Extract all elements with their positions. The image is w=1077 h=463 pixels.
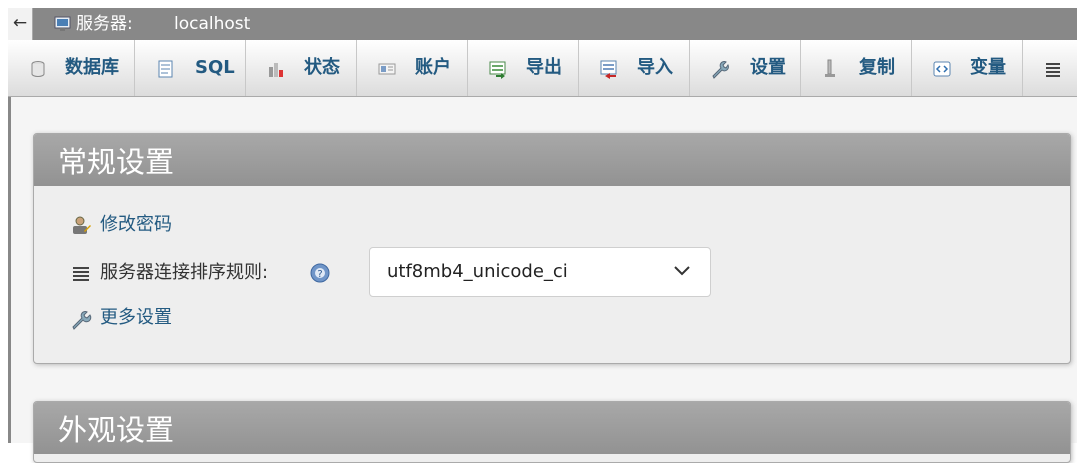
more-settings-label: 更多设置 (100, 307, 172, 328)
change-password-label: 修改密码 (100, 214, 172, 235)
tab-label: 变量 (970, 57, 1006, 78)
collation-selected-value: utf8mb4_unicode_ci (387, 261, 568, 282)
change-password-icon (73, 216, 91, 234)
tab-databases[interactable]: 数据库 (8, 40, 135, 96)
export-icon (489, 61, 506, 79)
tab-label: 导出 (526, 57, 562, 78)
help-icon[interactable]: ? (309, 262, 331, 284)
more-icon (1046, 63, 1060, 77)
appearance-settings-panel: 外观设置 (33, 401, 1071, 463)
collation-list-icon (73, 267, 89, 281)
main-content: 常规设置 修改密码 服务器连接排序规则: ? utf8mb4_unicode_c… (8, 97, 1077, 463)
collation-label: 服务器连接排序规则: (100, 262, 269, 283)
tab-import[interactable]: 导入 (579, 40, 690, 96)
wrench-icon (72, 311, 92, 330)
appearance-settings-title: 外观设置 (34, 402, 1070, 454)
chevron-down-icon (674, 266, 690, 276)
tab-label: 导入 (637, 57, 673, 78)
tab-label: 设置 (750, 57, 786, 78)
tab-more[interactable] (1023, 40, 1077, 96)
collation-select[interactable]: utf8mb4_unicode_ci (369, 247, 711, 297)
replication-icon (825, 59, 835, 77)
server-icon (54, 16, 71, 31)
general-settings-panel: 常规设置 修改密码 服务器连接排序规则: ? utf8mb4_unicode_c… (33, 133, 1071, 364)
server-label: 服务器: (76, 14, 133, 34)
tab-sql[interactable]: SQL (135, 40, 246, 96)
back-button[interactable]: ← (8, 8, 33, 40)
tab-accounts[interactable]: 账户 (357, 40, 468, 96)
tab-export[interactable]: 导出 (468, 40, 579, 96)
database-icon (31, 61, 45, 77)
tab-label: 账户 (415, 57, 451, 78)
server-name-link[interactable]: localhost (174, 8, 250, 40)
general-settings-title: 常规设置 (34, 134, 1070, 186)
tab-label: 状态 (304, 57, 340, 78)
status-chart-icon (269, 63, 283, 77)
svg-text:?: ? (317, 269, 322, 280)
tab-settings[interactable]: 设置 (690, 40, 801, 96)
server-breadcrumb-bar: ← 服务器: localhost (8, 8, 1077, 40)
tab-label: 复制 (859, 57, 895, 78)
top-menu-tabs: 数据库 SQL 状态 账户 导出 导入 设置 复制 变量 (8, 40, 1077, 97)
import-icon (600, 60, 617, 79)
tab-label: SQL (195, 57, 235, 78)
tab-variables[interactable]: 变量 (912, 40, 1023, 96)
tab-status[interactable]: 状态 (246, 40, 357, 96)
tab-label: 数据库 (65, 57, 119, 78)
accounts-icon (378, 63, 396, 75)
variables-icon (933, 61, 951, 77)
sql-icon (158, 60, 173, 78)
tab-replication[interactable]: 复制 (801, 40, 912, 96)
wrench-icon (712, 61, 729, 79)
